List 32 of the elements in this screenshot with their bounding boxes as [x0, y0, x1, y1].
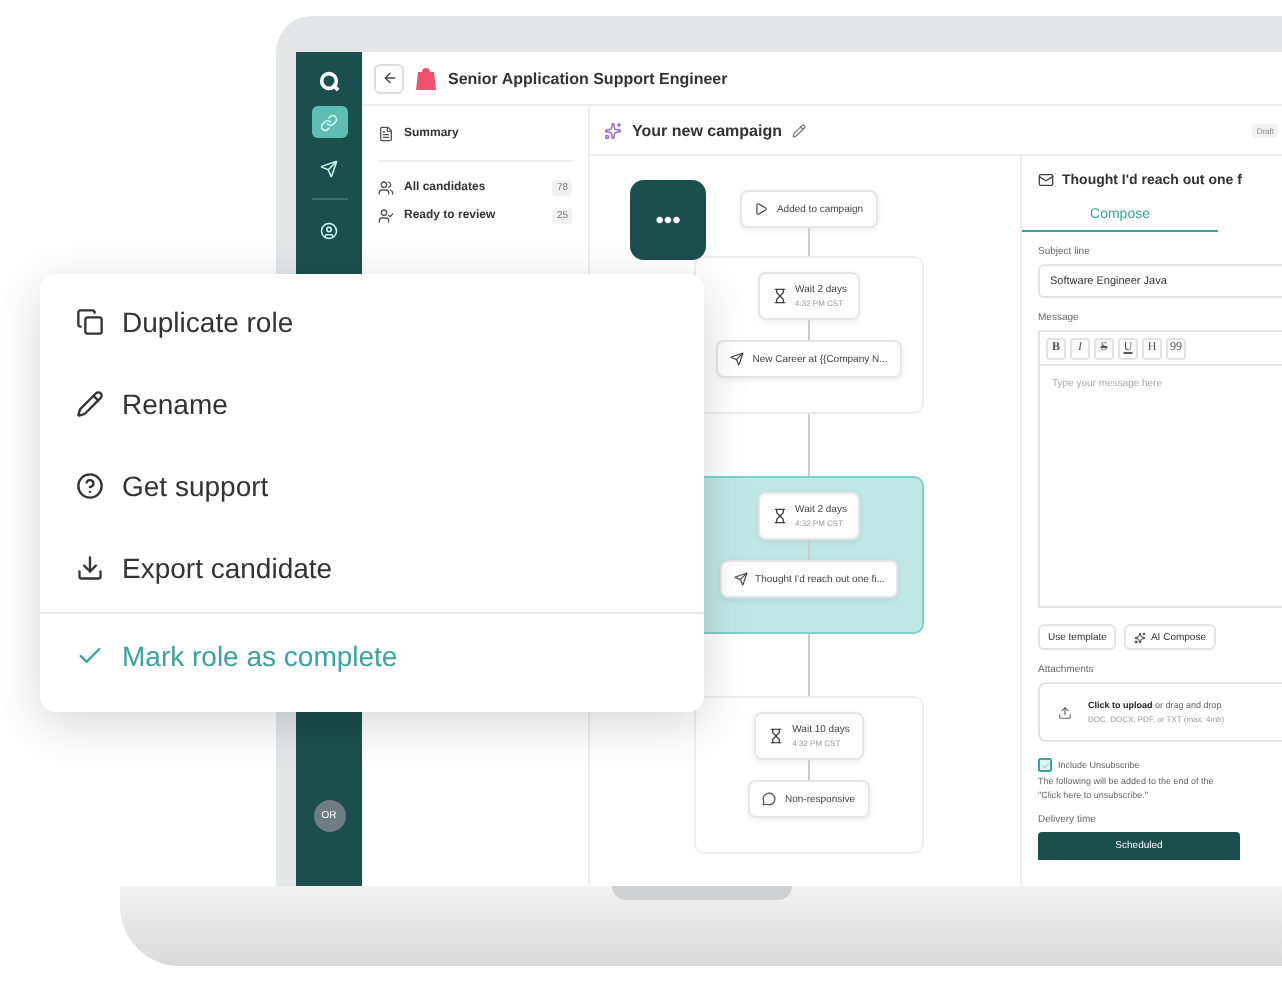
- user-check-icon: [378, 208, 394, 224]
- mail-icon: [1038, 172, 1054, 188]
- logo-icon: [318, 70, 340, 92]
- chat-icon: [762, 792, 777, 806]
- nav-item[interactable]: [311, 106, 347, 138]
- send-icon: [733, 572, 748, 586]
- link-icon: [320, 113, 338, 131]
- copy-icon: [76, 307, 104, 335]
- help-icon: [76, 471, 104, 499]
- edit-icon[interactable]: [791, 123, 806, 137]
- role-title: Senior Application Support Engineer: [448, 69, 728, 87]
- users-icon: [378, 180, 394, 196]
- play-icon: [754, 202, 769, 216]
- sparkle-icon: [1134, 631, 1147, 643]
- upload-icon: [1058, 705, 1072, 719]
- back-button[interactable]: [374, 63, 404, 93]
- wand-icon: [604, 121, 622, 139]
- pencil-icon: [76, 389, 104, 417]
- download-icon: [76, 553, 104, 581]
- back-icon: [381, 70, 397, 86]
- check-icon: [1041, 761, 1049, 769]
- more-button[interactable]: •••: [630, 180, 706, 260]
- campaign-title: Your new campaign: [632, 121, 782, 139]
- send-icon: [730, 352, 745, 366]
- user-icon: [320, 221, 338, 239]
- document-icon: [378, 126, 394, 142]
- bag-icon: [416, 66, 436, 90]
- hourglass-icon: [771, 288, 788, 304]
- send-icon: [320, 159, 338, 177]
- hourglass-icon: [771, 508, 788, 524]
- checkbox[interactable]: [1038, 758, 1052, 772]
- hourglass-icon: [768, 728, 785, 744]
